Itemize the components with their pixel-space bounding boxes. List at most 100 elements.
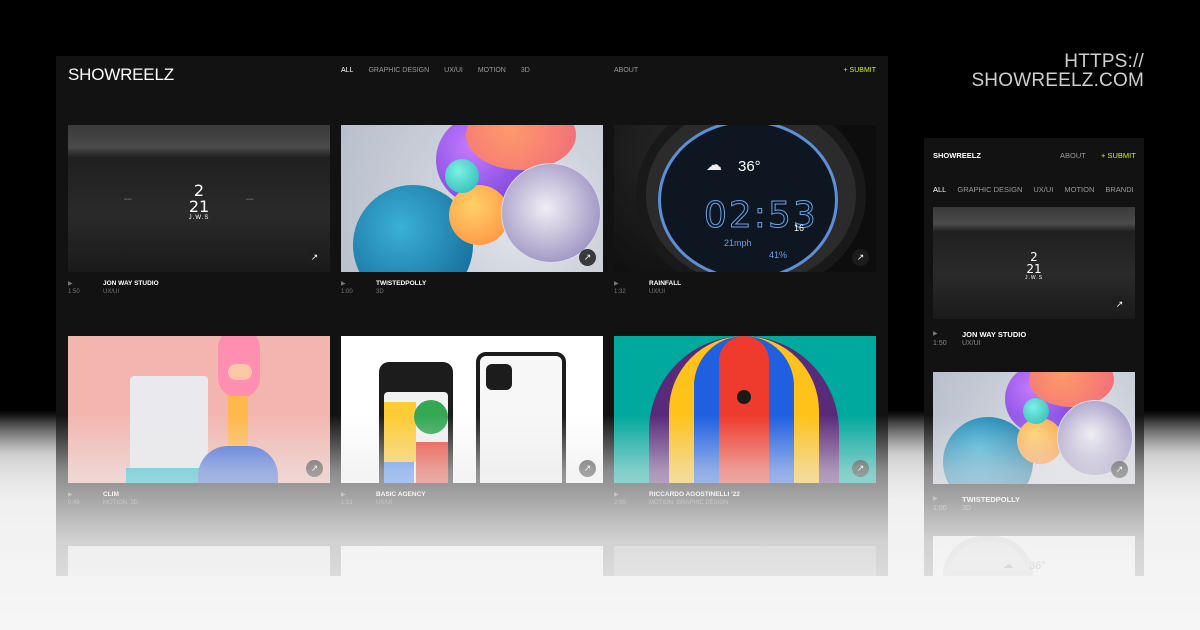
watch-shape: [943, 536, 1033, 576]
reel-thumbnail[interactable]: 2 21 J.W.S ↗: [933, 207, 1135, 319]
watch-wind: 21mph: [724, 238, 752, 248]
jws-logo: 2 21 J.W.S: [1024, 250, 1044, 281]
submit-link[interactable]: + SUBMIT: [844, 67, 876, 74]
reel-duration: 2:00: [614, 500, 626, 506]
reel-meta: ▶ 1:50 JON WAY STUDIO UX/UI: [933, 330, 1135, 354]
reel-thumbnail[interactable]: ↗: [68, 336, 330, 483]
reel-category: UX/UI: [649, 289, 666, 295]
watch-temperature: 36°: [738, 158, 761, 175]
category-nav: ALL GRAPHIC DESIGN UX/UI MOTION 3D: [341, 67, 530, 74]
desktop-screenshot: SHOWREELZ ALL GRAPHIC DESIGN UX/UI MOTIO…: [56, 56, 888, 576]
reel-thumbnail-partial[interactable]: ☁ 36°: [933, 536, 1135, 576]
site-logo[interactable]: SHOWREELZ: [68, 65, 174, 85]
reel-duration: 1:21: [341, 500, 353, 506]
nav-item-graphic-design[interactable]: GRAPHIC DESIGN: [957, 185, 1022, 194]
laptop-shape: [130, 376, 208, 476]
play-icon[interactable]: ▶: [614, 280, 619, 287]
reel-card[interactable]: ↗ ▶ 1:00 TWISTEDPOLLY 3D: [341, 125, 603, 306]
reel-card[interactable]: ↗ ▶ 0:49 CLIM MOTION, 3D: [68, 336, 330, 517]
reel-duration: 1:00: [933, 505, 947, 512]
reel-category: UX/UI: [376, 500, 393, 506]
reel-thumbnail-partial[interactable]: [68, 546, 330, 576]
nav-item-3d[interactable]: 3D: [521, 67, 530, 74]
open-arrow-icon[interactable]: ↗: [1111, 461, 1128, 478]
reel-thumbnail-partial[interactable]: [614, 546, 876, 576]
nav-item-motion[interactable]: MOTION: [478, 67, 506, 74]
nav-item-branding[interactable]: BRANDI: [1105, 185, 1133, 194]
open-arrow-icon[interactable]: ↗: [579, 460, 596, 477]
watch-date: 16: [794, 223, 805, 233]
reel-card[interactable]: 2 21 J.W.S ↗ ▶ 1:50 JON WAY STUDIO UX/UI: [933, 207, 1135, 354]
thumb-side-text-left: ▪▪▪▪▪▪▪: [124, 197, 132, 201]
mobile-submit-link[interactable]: + SUBMIT: [1101, 151, 1136, 160]
play-icon[interactable]: ▶: [68, 280, 73, 287]
reel-category: 3D: [376, 289, 384, 295]
open-arrow-icon[interactable]: ↗: [306, 460, 323, 477]
reel-meta: ▶ 1:32 RAINFALL UX/UI: [614, 280, 876, 306]
open-arrow-icon[interactable]: ↗: [1111, 296, 1128, 313]
watch-temperature: 36°: [1029, 560, 1046, 572]
character-neck: [228, 396, 248, 451]
play-icon[interactable]: ▶: [68, 491, 73, 498]
nav-item-ux-ui[interactable]: UX/UI: [1033, 185, 1053, 194]
play-icon[interactable]: ▶: [933, 330, 938, 337]
open-arrow-icon[interactable]: ↗: [306, 249, 323, 266]
character-body: [198, 446, 278, 483]
reel-thumbnail[interactable]: ↗: [341, 125, 603, 272]
reel-category: UX/UI: [103, 289, 120, 295]
reel-card[interactable]: ↗ ▶ 2:00 RICCARDO AGOSTINELLI '22 MOTION…: [614, 336, 876, 517]
reel-card[interactable]: ↗ ▶ 1:21 BASIC AGENCY UX/UI: [341, 336, 603, 517]
reel-thumbnail-partial[interactable]: [341, 546, 603, 576]
reel-meta: ▶ 1:00 TWISTEDPOLLY 3D: [341, 280, 603, 306]
dot-shape: [737, 390, 751, 404]
reel-title[interactable]: TWISTEDPOLLY: [962, 495, 1020, 504]
nav-item-all[interactable]: ALL: [933, 185, 946, 194]
reel-thumbnail[interactable]: ↗: [933, 372, 1135, 484]
site-url-line1: HTTPS://: [1064, 51, 1144, 72]
reel-title[interactable]: CLIM: [103, 491, 119, 498]
play-icon[interactable]: ▶: [341, 491, 346, 498]
play-icon[interactable]: ▶: [341, 280, 346, 287]
reel-thumbnail[interactable]: ↗: [341, 336, 603, 483]
reel-category: MOTION, 3D: [103, 500, 139, 506]
reel-category: 3D: [962, 505, 971, 512]
reel-title[interactable]: TWISTEDPOLLY: [376, 280, 426, 287]
glass-sphere-shape: [501, 163, 601, 263]
play-icon[interactable]: ▶: [614, 491, 619, 498]
reel-category: MOTION, GRAPHIC DESIGN: [649, 500, 729, 506]
watch-humidity: 41%: [769, 250, 788, 260]
reel-thumbnail[interactable]: 2 21 J.W.S ▪▪▪▪▪▪▪ ▪▪▪▪▪▪▪ ↗: [68, 125, 330, 272]
reel-title[interactable]: RICCARDO AGOSTINELLI '22: [649, 491, 740, 498]
cloud-icon: ☁: [706, 157, 722, 174]
reel-title[interactable]: BASIC AGENCY: [376, 491, 426, 498]
mobile-logo[interactable]: SHOWREELZ: [933, 151, 981, 160]
reel-thumbnail[interactable]: ☁ 36° 02:53 16 21mph 41% ↗: [614, 125, 876, 272]
reel-title[interactable]: RAINFALL: [649, 280, 681, 287]
jws-logo: 2 21 J.W.S: [188, 181, 210, 222]
reel-card[interactable]: 2 21 J.W.S ▪▪▪▪▪▪▪ ▪▪▪▪▪▪▪ ↗ ▶ 1:50 JON W…: [68, 125, 330, 306]
phone-back: [476, 352, 566, 483]
reel-card[interactable]: ↗ ▶ 1:00 TWISTEDPOLLY 3D: [933, 372, 1135, 519]
reel-thumbnail[interactable]: ↗: [614, 336, 876, 483]
site-url: HTTPS:// SHOWREELZ.COM: [971, 52, 1144, 90]
mobile-about-link[interactable]: ABOUT: [1060, 151, 1086, 160]
reel-title[interactable]: JON WAY STUDIO: [103, 280, 159, 287]
reel-duration: 1:50: [933, 340, 947, 347]
nav-item-motion[interactable]: MOTION: [1064, 185, 1094, 194]
play-icon[interactable]: ▶: [933, 495, 938, 502]
site-url-line2: SHOWREELZ.COM: [971, 70, 1144, 91]
reel-duration: 1:00: [341, 289, 353, 295]
open-arrow-icon[interactable]: ↗: [579, 249, 596, 266]
nav-item-graphic-design[interactable]: GRAPHIC DESIGN: [368, 67, 429, 74]
about-link[interactable]: ABOUT: [614, 67, 638, 74]
mobile-screenshot: SHOWREELZ ABOUT + SUBMIT ALL GRAPHIC DES…: [924, 138, 1144, 576]
reel-card[interactable]: ☁ 36° 02:53 16 21mph 41% ↗ ▶ 1:32 RAINFA…: [614, 125, 876, 306]
open-arrow-icon[interactable]: ↗: [852, 460, 869, 477]
reel-meta: ▶ 1:21 BASIC AGENCY UX/UI: [341, 491, 603, 517]
nav-item-ux-ui[interactable]: UX/UI: [444, 67, 463, 74]
reel-meta: ▶ 2:00 RICCARDO AGOSTINELLI '22 MOTION, …: [614, 491, 876, 517]
reel-title[interactable]: JON WAY STUDIO: [962, 330, 1026, 339]
nav-item-all[interactable]: ALL: [341, 67, 353, 74]
stripe-arch: [719, 336, 769, 483]
open-arrow-icon[interactable]: ↗: [852, 249, 869, 266]
